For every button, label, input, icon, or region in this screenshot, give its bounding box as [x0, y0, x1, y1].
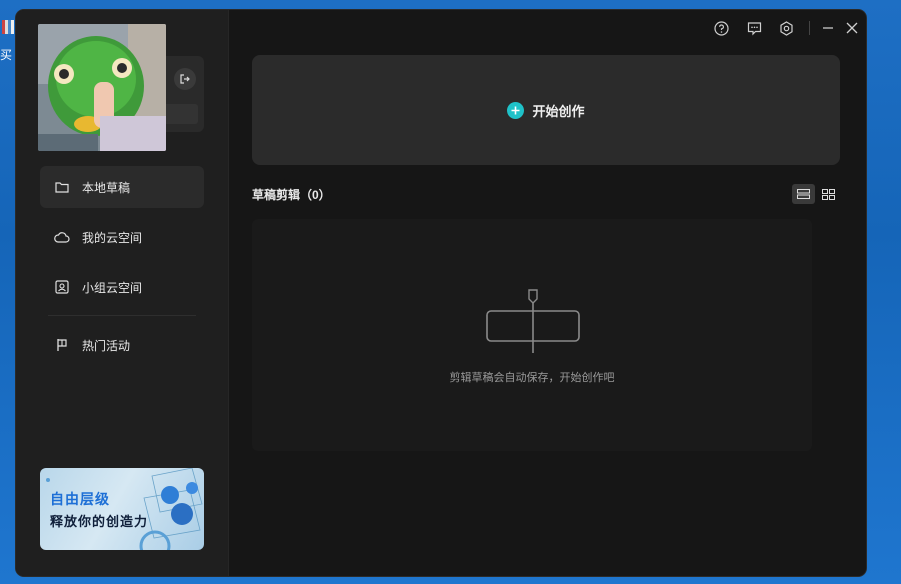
- start-creating-button[interactable]: 开始创作: [252, 55, 840, 165]
- close-button[interactable]: [843, 19, 861, 37]
- plus-icon: [507, 101, 525, 119]
- flag-icon: [54, 337, 70, 353]
- list-view-button[interactable]: [792, 184, 815, 204]
- sidebar: 本地草稿 我的云空间 小组云空间 热门活动 自由层级 释放你的创造力: [16, 10, 229, 576]
- titlebar-controls: [666, 10, 866, 46]
- minimize-button[interactable]: [819, 19, 837, 37]
- sidebar-item-label: 本地草稿: [82, 180, 131, 195]
- group-cloud-icon: [54, 279, 70, 295]
- app-window: 本地草稿 我的云空间 小组云空间 热门活动 自由层级 释放你的创造力 开始创作 …: [16, 10, 866, 576]
- banner-subtitle: 释放你的创造力: [50, 514, 149, 529]
- banner-graphic: [46, 468, 203, 550]
- grid-view-button[interactable]: [817, 184, 840, 204]
- settings-button[interactable]: [777, 19, 795, 37]
- avatar[interactable]: [38, 24, 166, 151]
- sidebar-item-group-cloud[interactable]: 小组云空间: [40, 266, 204, 308]
- sidebar-item-hot-events[interactable]: 热门活动: [40, 324, 204, 366]
- desktop-shortcut[interactable]: 买: [0, 14, 14, 66]
- desktop-shortcut-label: 买: [0, 48, 13, 62]
- avatar-image: [38, 24, 166, 151]
- sidebar-item-my-cloud[interactable]: 我的云空间: [40, 216, 204, 258]
- minimize-icon: [823, 27, 833, 29]
- grid-view-icon: [822, 188, 835, 200]
- empty-state-message: 剪辑草稿会自动保存，开始创作吧: [449, 372, 615, 384]
- banner-title: 自由层级: [50, 491, 110, 507]
- sidebar-divider: [48, 315, 196, 316]
- titlebar-separator: [809, 21, 810, 35]
- sidebar-item-local-drafts[interactable]: 本地草稿: [40, 166, 204, 208]
- view-mode-toggle: [792, 184, 840, 204]
- sidebar-item-label: 小组云空间: [82, 280, 143, 295]
- list-view-icon: [797, 189, 810, 199]
- help-button[interactable]: [712, 19, 730, 37]
- drafts-empty-state: 剪辑草稿会自动保存，开始创作吧: [252, 219, 812, 451]
- empty-timeline-icon: [486, 289, 580, 353]
- close-icon: [846, 22, 858, 34]
- main-panel: 开始创作 草稿剪辑（0） 剪辑草稿会自动保存，开始创作吧: [229, 10, 866, 576]
- drafts-section-title: 草稿剪辑（0）: [252, 188, 331, 202]
- start-creating-label: 开始创作: [532, 103, 585, 119]
- cloud-icon: [54, 229, 70, 245]
- promo-banner[interactable]: 自由层级 释放你的创造力: [40, 468, 204, 550]
- folder-icon: [54, 179, 70, 195]
- help-icon: [713, 20, 729, 36]
- logout-icon: [180, 74, 190, 84]
- feedback-icon: [747, 21, 761, 35]
- app-icon: [2, 20, 14, 34]
- gear-icon: [779, 20, 793, 36]
- feedback-button[interactable]: [745, 19, 763, 37]
- sidebar-item-label: 我的云空间: [82, 230, 143, 245]
- logout-button[interactable]: [174, 68, 196, 90]
- sidebar-item-label: 热门活动: [82, 338, 131, 353]
